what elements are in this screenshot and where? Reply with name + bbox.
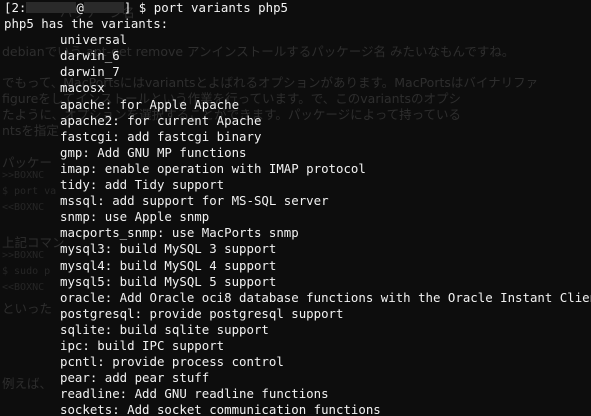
variant-line: ipc: build IPC support bbox=[60, 337, 225, 353]
variant-line: gmp: Add GNU MP functions bbox=[60, 144, 247, 160]
variant-line: pear: add pear stuff bbox=[60, 370, 210, 386]
variant-line: tidy: add Tidy support bbox=[60, 177, 225, 193]
variant-line: mysql3: build MySQL 3 support bbox=[60, 241, 277, 257]
variant-line: sockets: Add socket communication functi… bbox=[60, 402, 381, 416]
variant-line: pcntl: provide process control bbox=[60, 354, 284, 370]
redacted-hostname bbox=[83, 2, 124, 13]
variant-line: fastcgi: add fastcgi binary bbox=[60, 128, 262, 144]
variant-line: macosx bbox=[60, 80, 105, 96]
redacted-username bbox=[26, 2, 77, 13]
prompt-at-sign: @ bbox=[76, 0, 84, 15]
variant-line: universal bbox=[60, 32, 128, 48]
variant-line: darwin_7 bbox=[60, 64, 120, 80]
variant-line: snmp: use Apple snmp bbox=[60, 209, 210, 225]
variant-line: apache2: for current Apache bbox=[60, 112, 262, 128]
variant-line: oracle: Add Oracle oci8 database functio… bbox=[60, 289, 591, 305]
variant-line: imap: enable operation with IMAP protoco… bbox=[60, 160, 366, 176]
terminal-output[interactable]: [2: @] $ port variants php5 php5 has the … bbox=[0, 0, 591, 416]
command-text: port variants php5 bbox=[153, 0, 289, 15]
variant-line: darwin_6 bbox=[60, 48, 120, 64]
terminal-window[interactable]: バッケージ名 debianでいう apt-get remove アンインストール… bbox=[0, 0, 591, 416]
output-header: php5 has the variants: bbox=[4, 16, 169, 32]
variant-line: macports_snmp: use MacPorts snmp bbox=[60, 225, 299, 241]
variant-line: apache: for Apple Apache bbox=[60, 96, 240, 112]
variant-line: mysql4: build MySQL 4 support bbox=[60, 257, 277, 273]
prompt-symbol: $ bbox=[138, 0, 147, 15]
variant-line: mssql: add support for MS-SQL server bbox=[60, 193, 329, 209]
prompt-close-bracket: ] bbox=[123, 0, 132, 15]
prompt-session: 2: bbox=[11, 0, 27, 15]
variant-line: mysql5: build MySQL 5 support bbox=[60, 273, 277, 289]
variant-line: postgresql: provide postgresql support bbox=[60, 305, 344, 321]
variant-line: readline: Add GNU readline functions bbox=[60, 386, 329, 402]
command-prompt-line: [2: @] $ port variants php5 bbox=[4, 0, 591, 16]
variant-line: sqlite: build sqlite support bbox=[60, 321, 269, 337]
